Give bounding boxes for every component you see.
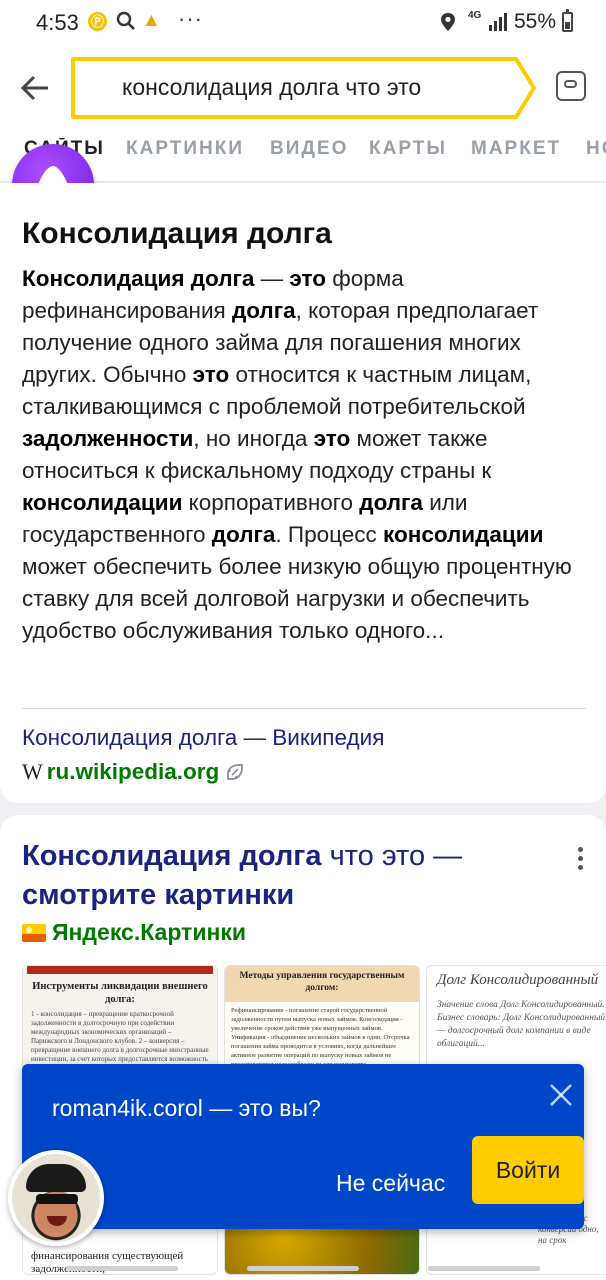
bottom-nav-handle <box>66 1266 178 1271</box>
wiki-link[interactable]: Консолидация долга — Википедия <box>22 725 384 751</box>
bottom-nav-handle <box>428 1266 540 1271</box>
snippet-text: — <box>254 266 290 291</box>
location-icon <box>440 12 456 37</box>
login-suggestion-toast: roman4ik.corol — это вы? Не сейчас Войти <box>22 1064 584 1229</box>
images-title-line2: смотрите картинки <box>22 879 295 911</box>
search-header: консолидация долга что это САЙТЫ КАРТИНК… <box>0 48 606 182</box>
tab-maps[interactable]: КАРТЫ <box>369 138 447 160</box>
divider <box>22 708 586 709</box>
wiki-domain[interactable]: ru.wikipedia.org <box>47 759 220 784</box>
signal-icon <box>488 13 508 36</box>
snippet-highlight: долга <box>359 490 423 515</box>
images-source: Яндекс.Картинки <box>22 919 246 946</box>
status-time: 4:53 <box>36 10 79 35</box>
yandex-badge-icon: Ⓟ <box>88 12 107 31</box>
tab-video[interactable]: ВИДЕО <box>270 138 348 160</box>
bottom-nav-handle <box>247 1266 359 1271</box>
snippet-highlight: долга <box>211 522 276 547</box>
snippet-text: . Процесс <box>275 522 384 547</box>
images-source-name[interactable]: Яндекс.Картинки <box>52 919 246 945</box>
back-arrow-icon[interactable] <box>18 72 54 104</box>
images-result-title[interactable]: Консолидация долга что это — смотрите ка… <box>22 837 542 915</box>
search-icon <box>116 11 136 36</box>
turbo-share-icon <box>225 762 245 787</box>
tab-market[interactable]: МАРКЕТ <box>471 138 561 160</box>
battery-percent: 55% <box>514 10 557 33</box>
snippet-highlight: долга <box>231 298 296 323</box>
wiki-title: Консолидация долга <box>22 217 332 250</box>
thumbnail-text: Значение слова Долг Консолидированный. Б… <box>437 1000 606 1049</box>
wiki-answer-card: Консолидация долга Консолидация долга — … <box>0 183 606 803</box>
more-dots-icon: ··· <box>178 6 203 31</box>
snippet-text: , но иногда <box>193 426 314 451</box>
thumbnail-title: Инструменты ликвидации внешнего долга: <box>32 981 208 1005</box>
snippet-text: корпоративного <box>182 490 360 515</box>
battery-icon <box>562 9 573 32</box>
tab-images[interactable]: КАРТИНКИ <box>126 138 244 160</box>
not-now-button[interactable]: Не сейчас <box>332 1160 449 1207</box>
snippet-highlight: это <box>192 362 230 387</box>
avatar <box>8 1150 104 1246</box>
yandex-images-icon <box>22 924 46 942</box>
warning-icon: ▲ <box>142 10 161 31</box>
snippet-highlight: задолженности <box>22 426 194 451</box>
thumbnail-header-bar <box>27 966 213 974</box>
images-title-regular: что это — <box>321 840 463 872</box>
tab-news[interactable]: НОВОСТИ <box>586 138 606 160</box>
wikipedia-logo-icon: W <box>22 759 43 784</box>
search-input[interactable]: консолидация долга что это <box>70 56 538 120</box>
search-category-tabs: САЙТЫ КАРТИНКИ ВИДЕО КАРТЫ МАРКЕТ НОВОСТ… <box>0 138 606 172</box>
status-bar: 4:53 Ⓟ ▲ ··· 4G 55% <box>0 0 606 48</box>
snippet-highlight: консолидации <box>22 490 183 515</box>
snippet-highlight: это <box>313 426 351 451</box>
snippet-highlight: это <box>289 266 326 291</box>
images-title-bold: Консолидация долга <box>22 840 322 872</box>
network-4g-icon: 4G <box>468 10 482 21</box>
login-button[interactable]: Войти <box>472 1136 584 1204</box>
close-icon[interactable] <box>544 1078 578 1112</box>
thumbnail-title: Методы управления государственным долгом… <box>225 966 419 1002</box>
more-vertical-icon[interactable] <box>572 847 588 875</box>
search-query-text: консолидация долга что это <box>122 74 422 100</box>
tabs-switcher-icon[interactable] <box>556 71 586 101</box>
wiki-snippet: Консолидация долга — это форма рефинанси… <box>22 263 592 647</box>
thumbnail-title: Долг Консолидированный <box>437 972 599 988</box>
toast-question: roman4ik.corol — это вы? <box>52 1095 321 1121</box>
wiki-source: Wru.wikipedia.org <box>22 759 245 787</box>
snippet-highlight: консолидации <box>383 522 544 547</box>
snippet-text: может обеспечить более низкую общую проц… <box>22 554 572 643</box>
thumbnail-text: Рефинансирование - погашение старой госу… <box>231 1007 410 1068</box>
snippet-highlight: Консолидация долга <box>22 266 255 291</box>
